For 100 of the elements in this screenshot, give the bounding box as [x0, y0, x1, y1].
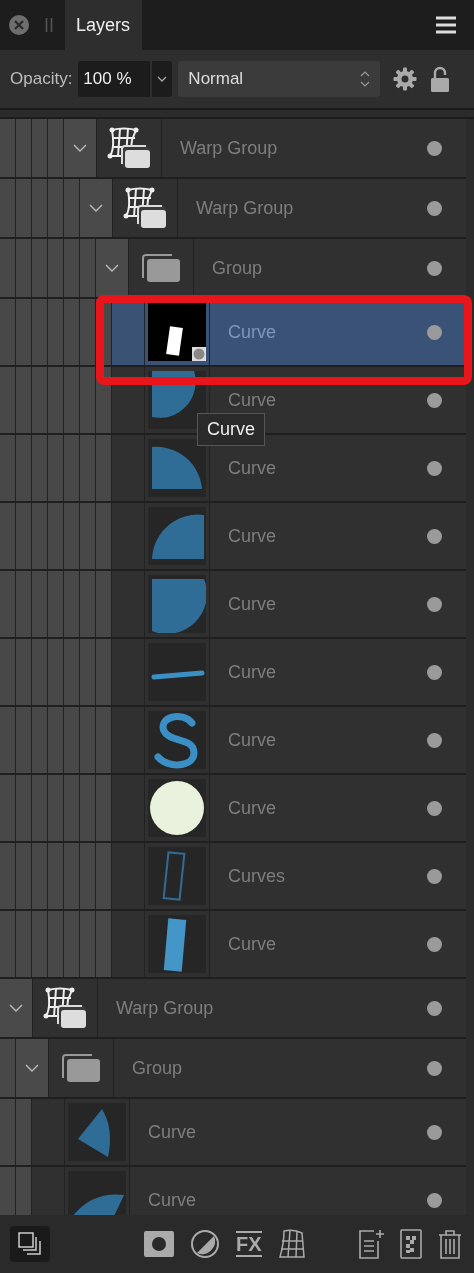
stacked-squares-icon: [18, 1232, 42, 1256]
indent-guide: [16, 239, 32, 297]
lock-icon[interactable]: [431, 66, 450, 92]
chevron-icon[interactable]: [9, 1003, 23, 1013]
indent-guide: [64, 239, 80, 297]
layer-name: Warp Group: [196, 197, 294, 219]
indent-guide: [80, 367, 96, 433]
layers-tab[interactable]: Layers: [65, 0, 143, 50]
indent-guide: [16, 775, 32, 841]
visibility-dot[interactable]: [427, 936, 442, 952]
layer-row[interactable]: Group: [0, 1039, 466, 1099]
layer-row[interactable]: Curves: [0, 843, 466, 911]
indent-guide: [32, 367, 48, 433]
indent-guide: [48, 911, 64, 977]
indent-guide: [0, 843, 16, 909]
visibility-dot[interactable]: [427, 1000, 442, 1016]
layer-name: Curve: [228, 797, 276, 819]
indent-guide: [48, 179, 64, 237]
visibility-dot[interactable]: [427, 324, 442, 340]
indent-guide: [32, 775, 48, 841]
layer-name: Curves: [228, 865, 285, 887]
layer-row[interactable]: Warp Group: [0, 179, 466, 239]
layer-row[interactable]: Curve: [0, 1099, 466, 1167]
layer-name: Curve: [148, 1189, 196, 1211]
visibility-dot[interactable]: [427, 664, 442, 680]
visibility-dot[interactable]: [427, 1192, 442, 1208]
indent-guide: [0, 503, 16, 569]
close-icon[interactable]: [8, 14, 30, 36]
layer-row[interactable]: Curve: [0, 435, 466, 503]
visibility-dot[interactable]: [427, 732, 442, 748]
visibility-dot[interactable]: [427, 1124, 442, 1140]
layer-row[interactable]: Warp Group: [0, 119, 466, 179]
indent-guide: [96, 707, 112, 773]
indent-guide: [0, 571, 16, 637]
indent-guide: [16, 707, 32, 773]
layer-thumbnail: [148, 643, 206, 701]
layer-thumbnail: [148, 303, 206, 361]
indent-guide: [48, 775, 64, 841]
visibility-dot[interactable]: [427, 868, 442, 884]
visibility-dot[interactable]: [427, 460, 442, 476]
opacity-dropdown[interactable]: [152, 61, 173, 97]
indent-guide: [16, 1099, 32, 1165]
layer-name: Curve: [228, 525, 276, 547]
visibility-dot[interactable]: [427, 800, 442, 816]
indent-guide: [16, 911, 32, 977]
indent-guide: [64, 639, 80, 705]
chevron-icon[interactable]: [25, 1063, 39, 1073]
indent-guide: [48, 299, 64, 365]
indent-guide: [80, 503, 96, 569]
indent-guide: [80, 239, 96, 297]
layer-row[interactable]: Curve: [0, 299, 466, 367]
settings-icon[interactable]: [393, 67, 418, 91]
opacity-field[interactable]: 100 %: [78, 61, 151, 97]
visibility-dot[interactable]: [427, 596, 442, 612]
drag-handle-icon[interactable]: [45, 17, 53, 33]
chevron-icon[interactable]: [73, 143, 87, 153]
layer-row[interactable]: Warp Group: [0, 979, 466, 1039]
indent-guide: [16, 179, 32, 237]
menu-icon[interactable]: [436, 16, 456, 34]
fx-button[interactable]: FX: [232, 1227, 266, 1261]
layer-row[interactable]: Curve: [0, 503, 466, 571]
layer-row[interactable]: Group: [0, 239, 466, 299]
indent-guide: [0, 239, 16, 297]
add-layer-icon: [358, 1229, 384, 1259]
layer-thumbnail: [148, 575, 206, 633]
indent-guide: [96, 571, 112, 637]
visibility-dot[interactable]: [427, 140, 442, 156]
layer-row[interactable]: Curve: [0, 911, 466, 979]
indent-guide: [80, 775, 96, 841]
warp-group-icon: [42, 986, 88, 1030]
layer-row[interactable]: Curve: [0, 707, 466, 775]
chevron-icon[interactable]: [89, 203, 103, 213]
arrange-button[interactable]: [10, 1226, 50, 1262]
blend-mode-select[interactable]: Normal: [178, 61, 381, 97]
layer-row[interactable]: Curve: [0, 775, 466, 843]
indent-guide: [0, 367, 16, 433]
opacity-label: Opacity:: [10, 69, 73, 89]
layer-thumbnail: [148, 847, 206, 905]
layer-row[interactable]: Curve: [0, 639, 466, 707]
visibility-dot[interactable]: [427, 528, 442, 544]
indent-guide: [48, 571, 64, 637]
indent-guide: [64, 843, 80, 909]
warp-icon: [277, 1229, 306, 1259]
warp-group-icon: [106, 126, 152, 170]
layer-name: Group: [212, 257, 263, 279]
visibility-dot[interactable]: [427, 1060, 442, 1076]
layer-row[interactable]: Curve: [0, 571, 466, 639]
layer-name: Curve: [228, 729, 276, 751]
layer-row[interactable]: Curve: [0, 1167, 466, 1215]
layer-name: Curve: [228, 933, 276, 955]
visibility-dot[interactable]: [427, 200, 442, 216]
indent-guide: [64, 571, 80, 637]
indent-guide: [80, 435, 96, 501]
visibility-dot[interactable]: [427, 260, 442, 276]
chevron-icon[interactable]: [105, 263, 119, 273]
indent-guide: [48, 435, 64, 501]
visibility-dot[interactable]: [427, 392, 442, 408]
indent-guide: [32, 571, 48, 637]
indent-guide: [96, 639, 112, 705]
layer-name: Curve: [148, 1121, 196, 1143]
